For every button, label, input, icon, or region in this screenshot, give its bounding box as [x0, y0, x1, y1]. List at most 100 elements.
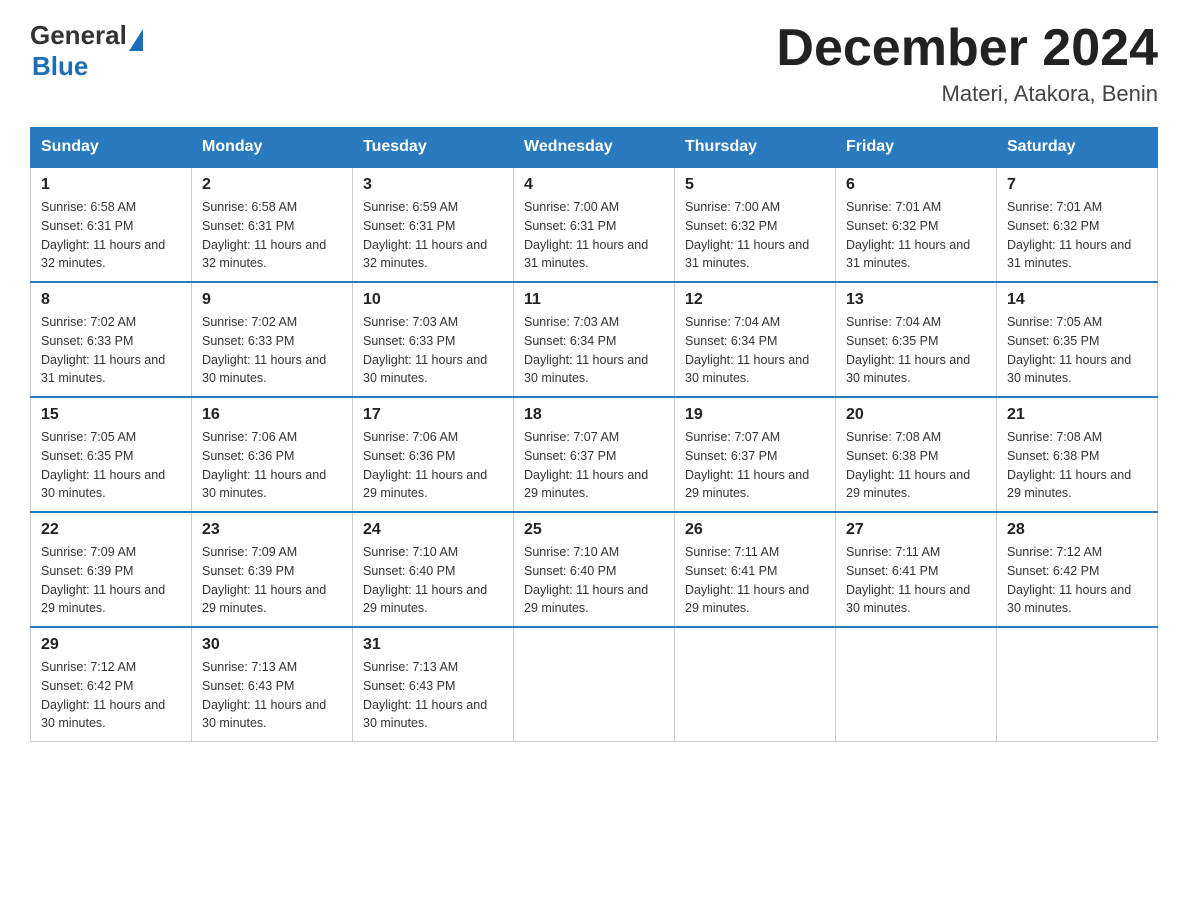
day-number: 5 — [685, 176, 825, 194]
day-info: Sunrise: 7:09 AMSunset: 6:39 PMDaylight:… — [41, 545, 165, 615]
day-cell: 8 Sunrise: 7:02 AMSunset: 6:33 PMDayligh… — [31, 282, 192, 397]
day-number: 10 — [363, 291, 503, 309]
empty-day-cell — [514, 627, 675, 742]
day-info: Sunrise: 7:06 AMSunset: 6:36 PMDaylight:… — [363, 430, 487, 500]
calendar-title: December 2024 — [776, 20, 1158, 77]
day-cell: 31 Sunrise: 7:13 AMSunset: 6:43 PMDaylig… — [353, 627, 514, 742]
day-number: 12 — [685, 291, 825, 309]
header-friday: Friday — [836, 128, 997, 168]
day-cell: 24 Sunrise: 7:10 AMSunset: 6:40 PMDaylig… — [353, 512, 514, 627]
day-number: 18 — [524, 406, 664, 424]
day-number: 19 — [685, 406, 825, 424]
empty-day-cell — [836, 627, 997, 742]
day-number: 2 — [202, 176, 342, 194]
day-number: 14 — [1007, 291, 1147, 309]
day-info: Sunrise: 6:59 AMSunset: 6:31 PMDaylight:… — [363, 200, 487, 270]
calendar-header-row: Sunday Monday Tuesday Wednesday Thursday… — [31, 128, 1158, 168]
day-info: Sunrise: 6:58 AMSunset: 6:31 PMDaylight:… — [202, 200, 326, 270]
day-cell: 5 Sunrise: 7:00 AMSunset: 6:32 PMDayligh… — [675, 167, 836, 282]
day-number: 27 — [846, 521, 986, 539]
day-info: Sunrise: 7:02 AMSunset: 6:33 PMDaylight:… — [41, 315, 165, 385]
day-number: 26 — [685, 521, 825, 539]
empty-day-cell — [675, 627, 836, 742]
calendar-week-row: 15 Sunrise: 7:05 AMSunset: 6:35 PMDaylig… — [31, 397, 1158, 512]
day-info: Sunrise: 7:08 AMSunset: 6:38 PMDaylight:… — [846, 430, 970, 500]
day-cell: 10 Sunrise: 7:03 AMSunset: 6:33 PMDaylig… — [353, 282, 514, 397]
day-cell: 14 Sunrise: 7:05 AMSunset: 6:35 PMDaylig… — [997, 282, 1158, 397]
title-area: December 2024 Materi, Atakora, Benin — [776, 20, 1158, 107]
day-number: 16 — [202, 406, 342, 424]
logo-triangle-icon — [129, 29, 143, 51]
header-thursday: Thursday — [675, 128, 836, 168]
day-cell: 6 Sunrise: 7:01 AMSunset: 6:32 PMDayligh… — [836, 167, 997, 282]
day-cell: 9 Sunrise: 7:02 AMSunset: 6:33 PMDayligh… — [192, 282, 353, 397]
day-number: 28 — [1007, 521, 1147, 539]
header-monday: Monday — [192, 128, 353, 168]
day-cell: 23 Sunrise: 7:09 AMSunset: 6:39 PMDaylig… — [192, 512, 353, 627]
calendar-week-row: 22 Sunrise: 7:09 AMSunset: 6:39 PMDaylig… — [31, 512, 1158, 627]
day-info: Sunrise: 7:02 AMSunset: 6:33 PMDaylight:… — [202, 315, 326, 385]
day-cell: 26 Sunrise: 7:11 AMSunset: 6:41 PMDaylig… — [675, 512, 836, 627]
empty-day-cell — [997, 627, 1158, 742]
day-cell: 22 Sunrise: 7:09 AMSunset: 6:39 PMDaylig… — [31, 512, 192, 627]
day-info: Sunrise: 7:12 AMSunset: 6:42 PMDaylight:… — [41, 660, 165, 730]
day-number: 25 — [524, 521, 664, 539]
calendar-week-row: 29 Sunrise: 7:12 AMSunset: 6:42 PMDaylig… — [31, 627, 1158, 742]
day-info: Sunrise: 7:01 AMSunset: 6:32 PMDaylight:… — [1007, 200, 1131, 270]
page-header: General Blue December 2024 Materi, Atako… — [30, 20, 1158, 107]
day-cell: 17 Sunrise: 7:06 AMSunset: 6:36 PMDaylig… — [353, 397, 514, 512]
day-cell: 11 Sunrise: 7:03 AMSunset: 6:34 PMDaylig… — [514, 282, 675, 397]
day-cell: 25 Sunrise: 7:10 AMSunset: 6:40 PMDaylig… — [514, 512, 675, 627]
header-sunday: Sunday — [31, 128, 192, 168]
logo: General Blue — [30, 20, 143, 82]
day-number: 7 — [1007, 176, 1147, 194]
calendar-subtitle: Materi, Atakora, Benin — [776, 81, 1158, 107]
day-number: 1 — [41, 176, 181, 194]
day-info: Sunrise: 7:03 AMSunset: 6:33 PMDaylight:… — [363, 315, 487, 385]
day-number: 23 — [202, 521, 342, 539]
day-number: 4 — [524, 176, 664, 194]
day-number: 3 — [363, 176, 503, 194]
day-cell: 29 Sunrise: 7:12 AMSunset: 6:42 PMDaylig… — [31, 627, 192, 742]
day-info: Sunrise: 7:07 AMSunset: 6:37 PMDaylight:… — [524, 430, 648, 500]
day-number: 31 — [363, 636, 503, 654]
logo-blue-text: Blue — [32, 51, 143, 82]
day-cell: 16 Sunrise: 7:06 AMSunset: 6:36 PMDaylig… — [192, 397, 353, 512]
day-number: 15 — [41, 406, 181, 424]
day-info: Sunrise: 7:10 AMSunset: 6:40 PMDaylight:… — [524, 545, 648, 615]
day-number: 13 — [846, 291, 986, 309]
day-number: 24 — [363, 521, 503, 539]
header-wednesday: Wednesday — [514, 128, 675, 168]
day-info: Sunrise: 7:12 AMSunset: 6:42 PMDaylight:… — [1007, 545, 1131, 615]
day-number: 9 — [202, 291, 342, 309]
day-number: 30 — [202, 636, 342, 654]
day-info: Sunrise: 7:05 AMSunset: 6:35 PMDaylight:… — [1007, 315, 1131, 385]
day-info: Sunrise: 7:08 AMSunset: 6:38 PMDaylight:… — [1007, 430, 1131, 500]
calendar-table: Sunday Monday Tuesday Wednesday Thursday… — [30, 127, 1158, 742]
day-cell: 20 Sunrise: 7:08 AMSunset: 6:38 PMDaylig… — [836, 397, 997, 512]
day-info: Sunrise: 7:09 AMSunset: 6:39 PMDaylight:… — [202, 545, 326, 615]
day-cell: 1 Sunrise: 6:58 AMSunset: 6:31 PMDayligh… — [31, 167, 192, 282]
day-cell: 21 Sunrise: 7:08 AMSunset: 6:38 PMDaylig… — [997, 397, 1158, 512]
day-info: Sunrise: 7:13 AMSunset: 6:43 PMDaylight:… — [363, 660, 487, 730]
day-cell: 12 Sunrise: 7:04 AMSunset: 6:34 PMDaylig… — [675, 282, 836, 397]
day-number: 21 — [1007, 406, 1147, 424]
day-number: 11 — [524, 291, 664, 309]
day-number: 6 — [846, 176, 986, 194]
header-saturday: Saturday — [997, 128, 1158, 168]
day-number: 8 — [41, 291, 181, 309]
day-info: Sunrise: 7:01 AMSunset: 6:32 PMDaylight:… — [846, 200, 970, 270]
day-cell: 2 Sunrise: 6:58 AMSunset: 6:31 PMDayligh… — [192, 167, 353, 282]
day-cell: 28 Sunrise: 7:12 AMSunset: 6:42 PMDaylig… — [997, 512, 1158, 627]
day-cell: 13 Sunrise: 7:04 AMSunset: 6:35 PMDaylig… — [836, 282, 997, 397]
logo-general-text: General — [30, 20, 127, 51]
day-cell: 30 Sunrise: 7:13 AMSunset: 6:43 PMDaylig… — [192, 627, 353, 742]
calendar-week-row: 1 Sunrise: 6:58 AMSunset: 6:31 PMDayligh… — [31, 167, 1158, 282]
day-info: Sunrise: 7:00 AMSunset: 6:32 PMDaylight:… — [685, 200, 809, 270]
day-info: Sunrise: 7:11 AMSunset: 6:41 PMDaylight:… — [685, 545, 809, 615]
day-cell: 7 Sunrise: 7:01 AMSunset: 6:32 PMDayligh… — [997, 167, 1158, 282]
day-info: Sunrise: 7:11 AMSunset: 6:41 PMDaylight:… — [846, 545, 970, 615]
day-cell: 3 Sunrise: 6:59 AMSunset: 6:31 PMDayligh… — [353, 167, 514, 282]
day-cell: 18 Sunrise: 7:07 AMSunset: 6:37 PMDaylig… — [514, 397, 675, 512]
day-cell: 27 Sunrise: 7:11 AMSunset: 6:41 PMDaylig… — [836, 512, 997, 627]
